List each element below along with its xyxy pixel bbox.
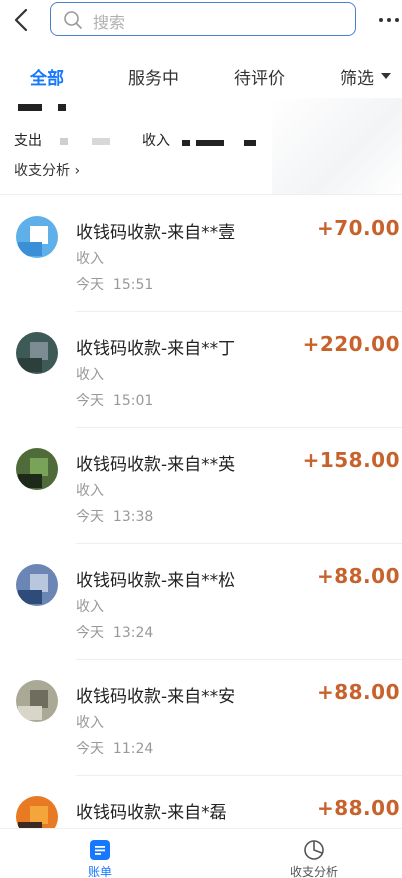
nav-bill[interactable]: 账单 xyxy=(60,829,140,878)
transaction-amount: +88.00 xyxy=(316,680,400,704)
tab-pending-review[interactable]: 待评价 xyxy=(234,64,285,89)
transaction-amount: +88.00 xyxy=(316,564,400,588)
back-chevron-icon[interactable] xyxy=(10,6,36,34)
list-item[interactable]: 收钱码收款-来自**丁 收入 今天 15:01 +220.00 xyxy=(0,312,402,428)
list-item[interactable]: 收钱码收款-来自**壹 收入 今天 15:51 +70.00 xyxy=(0,196,402,312)
payer-avatar xyxy=(16,448,58,490)
transaction-title: 收钱码收款-来自**安 xyxy=(76,687,236,707)
transaction-amount: +70.00 xyxy=(316,216,400,240)
transaction-time: 今天 13:24 xyxy=(76,625,154,641)
bottom-nav: 账单 收支分析 xyxy=(0,828,402,878)
payer-avatar xyxy=(16,332,58,374)
transaction-time: 今天 11:24 xyxy=(76,741,154,757)
nav-analysis[interactable]: 收支分析 xyxy=(272,829,356,878)
payer-avatar xyxy=(16,680,58,722)
tab-all[interactable]: 全部 xyxy=(30,64,64,89)
transaction-time: 今天 15:01 xyxy=(76,393,154,409)
nav-analysis-label: 收支分析 xyxy=(289,865,338,878)
transaction-type: 收入 xyxy=(76,483,104,499)
redacted-expense-part xyxy=(92,138,110,145)
nav-bill-label: 账单 xyxy=(87,865,112,878)
transaction-type: 收入 xyxy=(76,367,104,383)
income-label: 收入 xyxy=(142,133,170,149)
month-summary: 支出 收入 收支分析 › xyxy=(0,98,402,194)
payer-avatar xyxy=(16,216,58,258)
expense-label: 支出 xyxy=(14,133,42,149)
redacted-income-part-2 xyxy=(244,140,256,146)
divider xyxy=(0,194,402,195)
filter-caret-icon xyxy=(381,73,391,79)
transaction-title: 收钱码收款-来自*磊 xyxy=(76,803,227,823)
redacted-income-part xyxy=(196,140,224,146)
income-expense-analysis-link[interactable]: 收支分析 › xyxy=(14,160,80,180)
tab-in-service[interactable]: 服务中 xyxy=(128,64,179,89)
list-item[interactable]: 收钱码收款-来自**安 收入 今天 11:24 +88.00 xyxy=(0,660,402,776)
tab-filter[interactable]: 筛选 xyxy=(340,64,374,89)
transaction-type: 收入 xyxy=(76,599,104,615)
transaction-amount: +220.00 xyxy=(302,332,400,356)
transaction-time: 今天 15:51 xyxy=(76,277,154,293)
transaction-type: 收入 xyxy=(76,715,104,731)
transaction-title: 收钱码收款-来自**丁 xyxy=(76,339,236,359)
redacted-month-part xyxy=(58,104,66,111)
more-options-icon[interactable] xyxy=(376,10,402,30)
filter-tabs: 全部 服务中 待评价 筛选 xyxy=(0,56,402,98)
transaction-time: 今天 13:38 xyxy=(76,509,154,525)
top-bar: 搜索 xyxy=(0,0,402,42)
transaction-title: 收钱码收款-来自**松 xyxy=(76,571,236,591)
transaction-title: 收钱码收款-来自**壹 xyxy=(76,223,236,243)
payer-avatar xyxy=(16,564,58,606)
pie-chart-icon xyxy=(303,839,325,861)
transaction-amount: +88.00 xyxy=(316,796,400,820)
bill-icon xyxy=(89,839,111,861)
list-item[interactable]: 收钱码收款-来自**松 收入 今天 13:24 +88.00 xyxy=(0,544,402,660)
redacted-month xyxy=(18,104,42,111)
redacted-expense xyxy=(60,138,68,145)
transaction-amount: +158.00 xyxy=(302,448,400,472)
transaction-type: 收入 xyxy=(76,251,104,267)
redacted-income xyxy=(182,140,190,146)
search-input[interactable]: 搜索 xyxy=(50,2,356,36)
search-icon xyxy=(63,10,83,30)
transaction-title: 收钱码收款-来自**英 xyxy=(76,455,236,475)
search-placeholder: 搜索 xyxy=(93,13,126,32)
list-item[interactable]: 收钱码收款-来自**英 收入 今天 13:38 +158.00 xyxy=(0,428,402,544)
summary-background-decoration xyxy=(272,98,402,194)
